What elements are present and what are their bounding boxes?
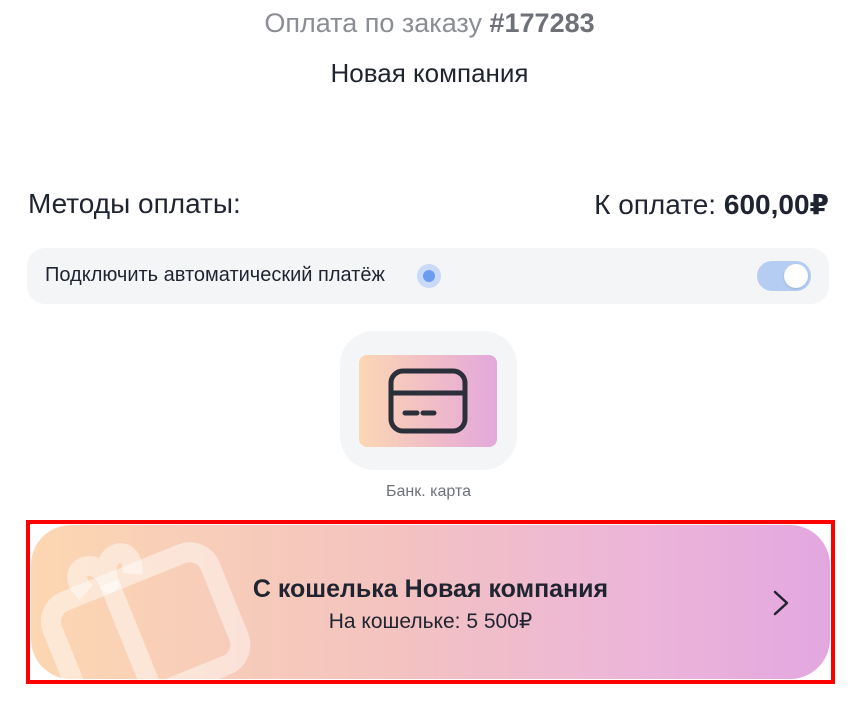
company-name: Новая компания <box>330 58 529 88</box>
order-number: #177283 <box>489 8 595 38</box>
amount-to-pay-label: К оплате: <box>594 189 717 220</box>
wallet-balance-amount: 5 500₽ <box>466 610 533 633</box>
order-title-label: Оплата по заказу <box>264 8 482 38</box>
info-icon[interactable] <box>417 264 441 288</box>
wallet-payment-button[interactable]: С кошелька Новая компания На кошельке: 5… <box>31 525 830 679</box>
payment-method-bank-card[interactable] <box>340 331 517 470</box>
chevron-right-icon <box>773 590 789 616</box>
wallet-balance-label: На кошельке: <box>328 610 461 633</box>
wallet-title: С кошелька Новая компания <box>252 575 609 603</box>
autopay-row[interactable]: Подключить автоматический платёж <box>27 248 829 304</box>
order-title: Оплата по заказу #177283 <box>0 8 859 39</box>
card-image <box>359 355 497 447</box>
wallet-balance: На кошельке: 5 500₽ <box>31 609 830 634</box>
payment-methods-label: Методы оплаты: <box>28 188 241 219</box>
credit-card-icon <box>388 368 468 434</box>
toggle-knob <box>784 264 808 288</box>
amount-to-pay-value: 600,00₽ <box>723 189 829 220</box>
autopay-label: Подключить автоматический платёж <box>45 264 385 286</box>
autopay-toggle[interactable] <box>757 261 811 291</box>
payment-method-label: Банк. карта <box>386 483 471 500</box>
amount-to-pay: К оплате: 600,00₽ <box>594 188 829 221</box>
